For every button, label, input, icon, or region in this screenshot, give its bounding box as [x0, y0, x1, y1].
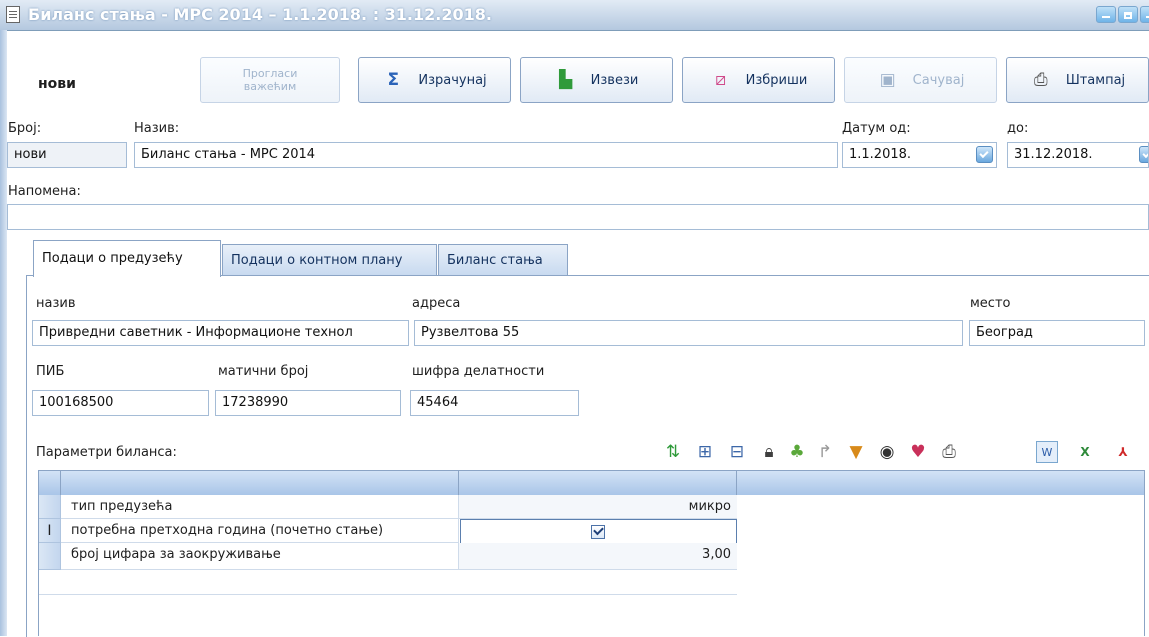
previous-year-checkbox[interactable]: [591, 525, 605, 539]
number-field[interactable]: нови: [7, 142, 127, 168]
save-label: Сачувај: [912, 72, 965, 88]
grid-header-empty: [737, 471, 1144, 495]
window-left-border: [0, 30, 7, 636]
printer-icon: ⎙: [1034, 70, 1048, 90]
param-name: број цифара за заокруживање: [61, 543, 459, 570]
mode-label: нови: [38, 76, 76, 92]
favorite-icon[interactable]: ♥: [907, 441, 929, 463]
registration-number-field[interactable]: 17238990: [215, 390, 401, 416]
tree-icon[interactable]: ♣: [786, 441, 808, 463]
date-from-field[interactable]: 1.1.2018.: [842, 142, 997, 168]
address-field[interactable]: Рузвелтова 55: [414, 320, 963, 346]
print-button[interactable]: ⎙ Штампај: [1006, 57, 1149, 103]
printer-icon[interactable]: ⎙: [938, 441, 960, 463]
date-to-field[interactable]: 31.12.2018.: [1007, 142, 1149, 168]
grid-corner: [39, 471, 61, 495]
city-label: место: [970, 296, 1011, 311]
print-label: Штампај: [1065, 72, 1126, 88]
address-label: адреса: [412, 296, 461, 311]
registration-number-label: матични број: [218, 364, 309, 379]
company-name-field[interactable]: Привредни саветник - Информационе технол: [32, 320, 409, 346]
grid-empty-row: [39, 570, 737, 595]
param-value[interactable]: микро: [459, 495, 737, 519]
name-label: Назив:: [134, 121, 180, 136]
export-icon: ▙: [559, 70, 573, 90]
maximize-button[interactable]: [1118, 6, 1138, 23]
date-to-label: до:: [1007, 121, 1029, 136]
edit-row-icon[interactable]: ⊟: [726, 441, 748, 463]
filter-icon[interactable]: ▼: [845, 441, 867, 463]
param-name: тип предузећа: [61, 495, 459, 519]
add-row-icon[interactable]: ⊞: [694, 441, 716, 463]
minimize-button[interactable]: [1096, 6, 1116, 23]
declare-valid-button[interactable]: Прогласи важећим: [200, 57, 340, 103]
calculate-label: Израчунај: [418, 72, 487, 88]
export-label: Извези: [590, 72, 639, 88]
window-title: Биланс стања - MPC 2014 – 1.1.2018. : 31…: [28, 5, 492, 24]
word-icon[interactable]: W: [1036, 441, 1058, 463]
forward-icon[interactable]: ↱: [814, 441, 836, 463]
date-from-value: 1.1.2018.: [849, 147, 912, 162]
row-indicator[interactable]: I: [39, 519, 61, 543]
tab-chart-of-accounts[interactable]: Подаци о контном плану: [222, 244, 437, 275]
calendar-dropdown-icon[interactable]: [1139, 146, 1148, 163]
param-value-editor[interactable]: [460, 519, 737, 546]
date-from-label: Датум од:: [842, 121, 911, 136]
close-button[interactable]: [1140, 6, 1149, 23]
pdf-icon[interactable]: ⅄: [1112, 441, 1134, 463]
note-field[interactable]: [7, 204, 1149, 230]
excel-icon[interactable]: X: [1074, 441, 1096, 463]
export-button[interactable]: ▙ Извези: [520, 57, 673, 103]
activity-code-label: шифра делатности: [412, 364, 545, 379]
tab-balance-sheet[interactable]: Биланс стања: [438, 244, 568, 275]
save-button[interactable]: ▣ Сачувај: [844, 57, 997, 103]
delete-label: Избриши: [745, 72, 808, 88]
row-indicator[interactable]: [39, 495, 61, 519]
save-icon: ▣: [879, 70, 896, 90]
title-bar: Биланс стања - MPC 2014 – 1.1.2018. : 31…: [0, 0, 1149, 31]
calendar-dropdown-icon[interactable]: [976, 146, 993, 163]
city-field[interactable]: Београд: [969, 320, 1145, 346]
number-label: Број:: [8, 121, 42, 136]
declare-valid-label: Прогласи важећим: [242, 67, 298, 93]
delete-button[interactable]: ⧄ Избриши: [682, 57, 835, 103]
params-label: Параметри биланса:: [36, 445, 177, 460]
tax-id-label: ПИБ: [36, 364, 65, 379]
tax-id-field[interactable]: 100168500: [32, 390, 209, 416]
tab-company-data[interactable]: Подаци о предузећу: [33, 240, 221, 277]
param-value[interactable]: 3,00: [459, 543, 737, 570]
note-label: Напомена:: [8, 184, 81, 199]
date-to-value: 31.12.2018.: [1014, 147, 1093, 162]
refresh-icon[interactable]: ⇅: [662, 441, 684, 463]
param-name: потребна претходна година (почетно стање…: [61, 519, 459, 543]
row-indicator[interactable]: [39, 543, 61, 570]
lock-icon[interactable]: 🔒︎: [758, 441, 780, 463]
calculate-button[interactable]: Σ Израчунај: [358, 57, 511, 103]
sum-icon: Σ: [387, 70, 400, 90]
name-field[interactable]: Биланс стања - MPC 2014: [134, 142, 838, 168]
eraser-icon: ⧄: [715, 70, 727, 90]
grid-header-value: [459, 471, 737, 495]
grid-header-name: [61, 471, 459, 495]
view-icon[interactable]: ◉: [876, 441, 898, 463]
company-name-label: назив: [36, 296, 76, 311]
activity-code-field[interactable]: 45464: [410, 390, 579, 416]
document-icon: [6, 6, 20, 23]
